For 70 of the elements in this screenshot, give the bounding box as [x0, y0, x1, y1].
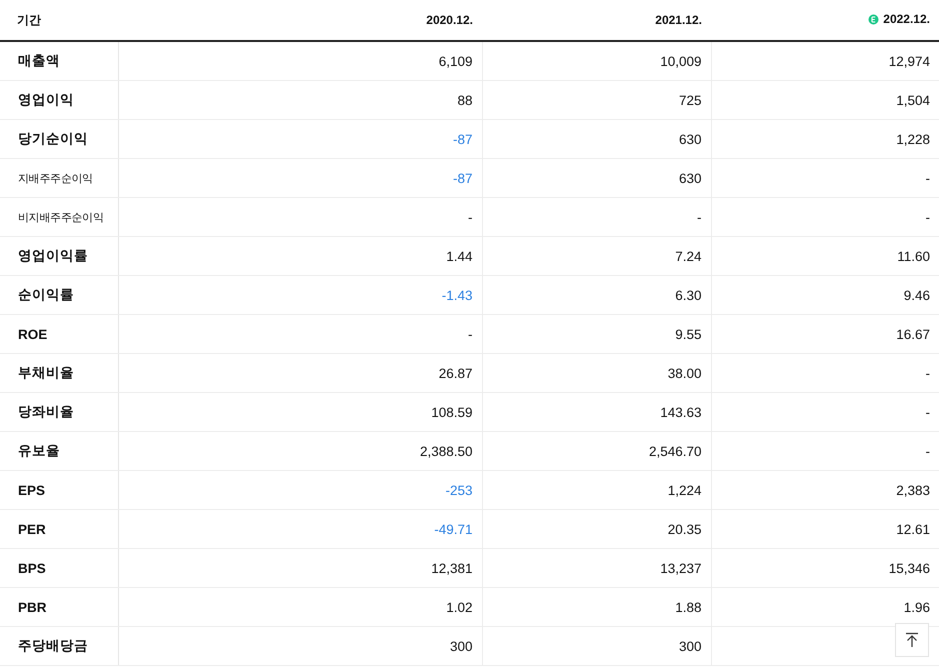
column-header: 기간: [0, 0, 118, 41]
table-cell: 300: [450, 638, 472, 654]
row-label: 영업이익: [0, 80, 118, 120]
table-cell: 1,504: [896, 92, 930, 108]
row-label: 매출액: [0, 41, 118, 80]
table-cell: 1,224: [668, 482, 702, 498]
table-cell: 725: [678, 92, 702, 108]
table-cell: 6.30: [675, 288, 702, 302]
table-cell: 20.35: [668, 522, 702, 536]
table-cell: 1.88: [675, 600, 702, 614]
table-cell: -: [926, 170, 930, 186]
table-cell: 12,381: [431, 560, 472, 576]
table-cell: -1.43: [442, 288, 472, 302]
table-cell: 11.60: [897, 248, 930, 264]
table-cell: 9.55: [675, 326, 702, 342]
estimate-icon: [868, 14, 880, 25]
table-cell: -49.71: [434, 522, 472, 536]
column-header: 2022.12.: [883, 12, 930, 26]
row-label: ROE: [0, 314, 118, 354]
row-label: 지배주주순이익: [0, 158, 118, 198]
table-cell: -87: [452, 132, 472, 146]
column-header: 2020.12.: [426, 13, 473, 27]
table-cell: 15,346: [888, 560, 930, 576]
row-label: 당기순이익: [0, 120, 118, 158]
table-cell: 1.96: [904, 600, 930, 614]
arrow-up-icon: [905, 632, 919, 648]
table-cell: -: [926, 444, 930, 458]
table-cell: -: [468, 326, 472, 342]
table-cell: 16.67: [896, 326, 930, 342]
table-cell: -: [926, 404, 930, 420]
table-cell: 88: [457, 92, 472, 108]
table-cell: 1.02: [446, 600, 472, 614]
row-label: EPS: [0, 470, 118, 510]
table-cell: 6,109: [438, 54, 472, 68]
table-cell: 26.87: [438, 366, 472, 380]
table-cell: 38.00: [668, 366, 702, 380]
table-cell: 108.59: [431, 404, 472, 420]
table-cell: -: [926, 366, 930, 380]
row-label: 순이익률: [0, 276, 118, 314]
table-cell: 10,009: [660, 54, 702, 68]
row-label: 영업이익률: [0, 236, 118, 276]
table-cell: 13,237: [660, 560, 702, 576]
table-cell: -253: [445, 482, 472, 498]
table-cell: 630: [678, 132, 702, 146]
column-header: 2021.12.: [655, 13, 702, 27]
table-cell: -: [697, 210, 702, 224]
scroll-to-top-button[interactable]: [895, 623, 929, 657]
row-label: 비지배주주순이익: [0, 198, 118, 236]
row-label: 주당배당금: [0, 626, 118, 666]
table-cell: 1,228: [896, 132, 930, 146]
table-cell: 143.63: [660, 404, 702, 420]
row-label: 당좌비율: [0, 392, 118, 432]
table-cell: 12,974: [888, 54, 930, 68]
table-cell: -: [926, 210, 930, 224]
row-label: BPS: [0, 548, 118, 588]
row-label: PER: [0, 510, 118, 548]
table-cell: 12.61: [896, 522, 930, 536]
table-cell: 2,383: [896, 482, 930, 498]
table-cell: -87: [452, 170, 472, 186]
table-cell: 1.44: [446, 248, 472, 264]
table-cell: 7.24: [675, 248, 702, 264]
table-cell: 300: [678, 638, 702, 654]
table-cell: 2,546.70: [648, 444, 702, 458]
table-cell: -: [468, 210, 472, 224]
table-cell: 9.46: [904, 288, 930, 302]
row-label: 유보율: [0, 432, 118, 470]
table-cell: 630: [678, 170, 702, 186]
row-label: PBR: [0, 588, 118, 626]
table-cell: 2,388.50: [420, 444, 472, 458]
row-label: 부채비율: [0, 354, 118, 392]
